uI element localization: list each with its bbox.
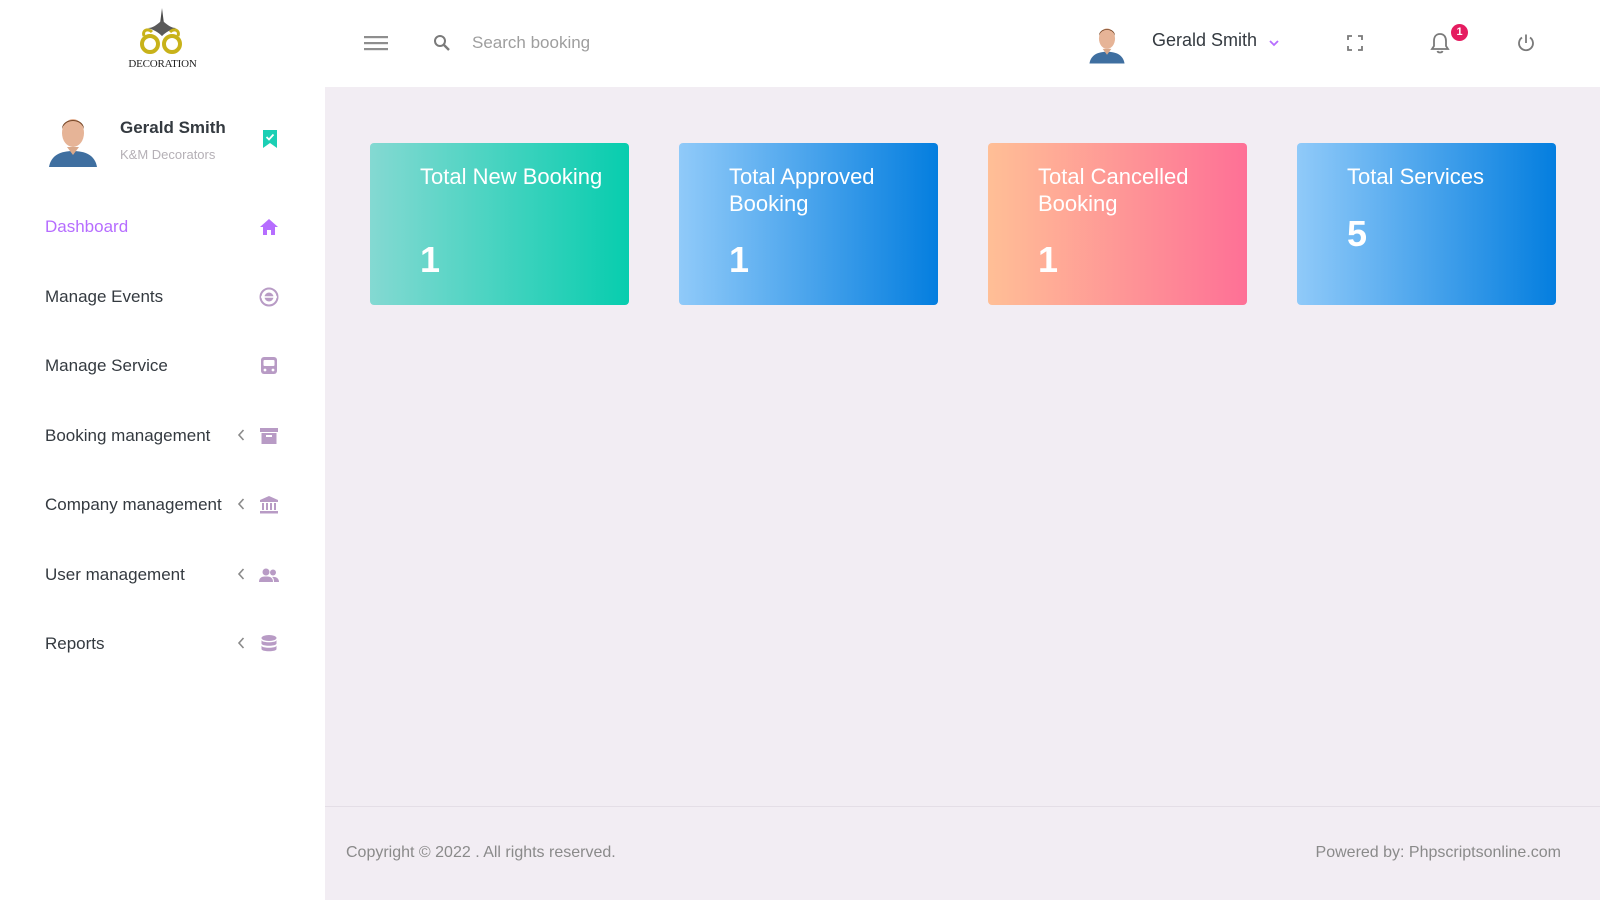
avatar: [49, 119, 97, 167]
card-title: Total New Booking: [420, 164, 603, 189]
card-total-approved-booking[interactable]: Total Approved Booking 1: [679, 143, 938, 305]
sidebar-item-booking-management[interactable]: Booking management: [0, 401, 325, 471]
fullscreen-icon[interactable]: [1346, 34, 1364, 52]
card-total-services[interactable]: Total Services 5: [1297, 143, 1556, 305]
card-total-new-booking[interactable]: Total New Booking 1: [370, 143, 629, 305]
sidebar-profile[interactable]: Gerald Smith K&M Decorators: [44, 110, 284, 170]
header-user-name[interactable]: Gerald Smith: [1152, 30, 1257, 51]
card-value: 1: [1038, 239, 1059, 280]
chevron-down-icon[interactable]: [1268, 38, 1280, 48]
sidebar-item-dashboard[interactable]: Dashboard: [0, 192, 325, 262]
card-title: Total Services: [1347, 164, 1484, 189]
archive-icon: [260, 427, 278, 444]
chevron-left-icon: [237, 428, 245, 441]
card-value: 5: [1347, 213, 1368, 254]
sidebar-item-label: Manage Service: [45, 356, 168, 375]
brand-logo[interactable]: DECORATION: [120, 6, 205, 76]
sidebar: DECORATION Gerald Smith K&M Decorators D…: [0, 0, 325, 900]
card-value: 1: [729, 239, 750, 280]
header-avatar[interactable]: [1088, 22, 1126, 64]
profile-company: K&M Decorators: [120, 147, 216, 162]
card-title: Total Approved Booking: [729, 164, 875, 216]
sidebar-item-label: Dashboard: [45, 217, 129, 236]
chevron-left-icon: [237, 567, 245, 580]
sidebar-item-label: User management: [45, 564, 185, 584]
sidebar-item-label: Reports: [45, 634, 105, 653]
bookmark-check-icon: [263, 130, 277, 148]
sidebar-item-manage-service[interactable]: Manage Service: [0, 331, 325, 401]
search-icon: [434, 35, 450, 51]
sidebar-item-label: Booking management: [45, 425, 211, 445]
profile-name: Gerald Smith: [120, 118, 226, 137]
power-icon[interactable]: [1516, 33, 1536, 53]
chevron-left-icon: [237, 637, 245, 649]
menu-icon[interactable]: [363, 33, 389, 53]
sidebar-item-reports[interactable]: Reports: [0, 609, 325, 679]
sidebar-item-label: Company management: [45, 495, 222, 514]
top-header: Gerald Smith 1: [325, 0, 1600, 87]
sidebar-item-label: Manage Events: [45, 286, 164, 306]
footer: Copyright © 2022 . All rights reserved. …: [325, 806, 1600, 900]
footer-copyright: Copyright © 2022 . All rights reserved.: [346, 844, 616, 861]
card-total-cancelled-booking[interactable]: Total Cancelled Booking 1: [988, 143, 1247, 305]
card-value: 1: [420, 239, 441, 280]
logo-text: DECORATION: [128, 58, 197, 70]
bell-icon[interactable]: [1429, 31, 1451, 55]
card-title: Total Cancelled Booking: [1038, 164, 1189, 216]
notification-badge: 1: [1451, 24, 1468, 41]
chevron-left-icon: [237, 498, 245, 510]
database-icon: [261, 635, 277, 652]
search-input[interactable]: [472, 27, 772, 59]
decoration-logo-icon: [140, 8, 182, 54]
users-icon: [259, 568, 279, 582]
sidebar-item-manage-events[interactable]: Manage Events: [0, 262, 325, 332]
sidebar-item-company-management[interactable]: Company management: [0, 470, 325, 540]
bank-icon: [260, 496, 278, 514]
home-icon: [260, 219, 278, 235]
footer-powered-by[interactable]: Powered by: Phpscriptsonline.com: [1316, 844, 1561, 862]
sidebar-nav: Dashboard Manage Events Manage Service B…: [0, 192, 325, 679]
sidebar-item-user-management[interactable]: User management: [0, 540, 325, 610]
bus-icon: [261, 357, 277, 374]
target-icon: [259, 287, 279, 306]
